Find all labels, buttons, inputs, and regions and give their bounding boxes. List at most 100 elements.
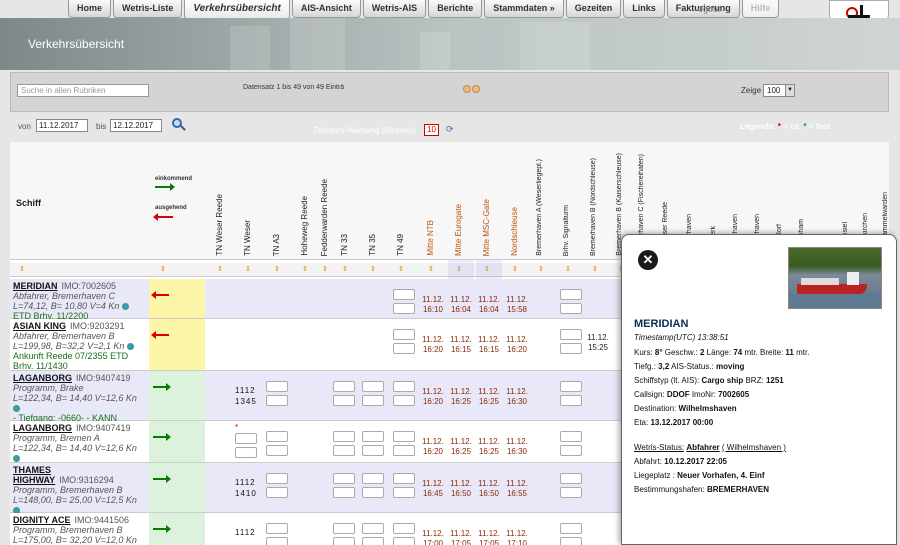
- tab-ais-ansicht[interactable]: AIS-Ansicht: [291, 0, 361, 18]
- time-input[interactable]: [393, 473, 415, 484]
- time-input[interactable]: [362, 487, 384, 498]
- time-input[interactable]: [333, 431, 355, 442]
- ship-name-link[interactable]: MERIDIAN: [13, 281, 58, 291]
- column-header[interactable]: TN 35: [368, 144, 382, 256]
- time-input[interactable]: [560, 487, 582, 498]
- time-input[interactable]: [393, 329, 415, 340]
- ship-name-link[interactable]: ASIAN KING: [13, 321, 66, 331]
- time-input[interactable]: [362, 445, 384, 456]
- refresh-icon[interactable]: ⟳: [446, 124, 454, 135]
- time-input[interactable]: [362, 431, 384, 442]
- bis-date-input[interactable]: 12.12.2017: [110, 119, 162, 132]
- time-input[interactable]: [333, 537, 355, 545]
- tab-links[interactable]: Links: [623, 0, 665, 18]
- column-header[interactable]: Hoheweg Reede: [300, 144, 314, 256]
- sort-icon[interactable]: ⇕: [428, 265, 434, 273]
- time-input[interactable]: [333, 523, 355, 534]
- column-header[interactable]: Brhv. Signalturm: [563, 144, 577, 256]
- time-input[interactable]: [266, 381, 288, 392]
- ship-name-link[interactable]: THAMES HIGHWAY: [13, 465, 55, 485]
- time-input[interactable]: [393, 303, 415, 314]
- time-input[interactable]: [266, 395, 288, 406]
- time-input[interactable]: [393, 289, 415, 300]
- globe-icon[interactable]: [126, 343, 134, 351]
- column-header[interactable]: Bremerhaven A (Weserliegepl.): [536, 144, 550, 256]
- time-input[interactable]: [362, 523, 384, 534]
- time-input[interactable]: [560, 303, 582, 314]
- sort-icon[interactable]: ⇕: [302, 265, 308, 273]
- sort-icon[interactable]: ⇕: [274, 265, 280, 273]
- time-input[interactable]: [333, 445, 355, 456]
- time-input[interactable]: [560, 329, 582, 340]
- sort-icon[interactable]: ⇕: [370, 265, 376, 273]
- column-header[interactable]: Fedderwarden Reede: [320, 144, 334, 256]
- column-header[interactable]: Bremerhaven B (Nordschleuse): [590, 144, 604, 256]
- von-date-input[interactable]: 11.12.2017: [36, 119, 88, 132]
- time-input[interactable]: [560, 395, 582, 406]
- sort-icon[interactable]: ⇕: [160, 265, 166, 273]
- time-input[interactable]: [235, 433, 257, 444]
- tab-stammdaten[interactable]: Stammdaten »: [484, 0, 564, 18]
- globe-icon[interactable]: [13, 455, 20, 463]
- column-header[interactable]: Nordschleuse: [510, 144, 524, 256]
- tab-hilfe[interactable]: Hilfe: [741, 0, 780, 18]
- column-header[interactable]: TN Weser Reede: [215, 144, 229, 256]
- time-input[interactable]: [393, 487, 415, 498]
- time-input[interactable]: [393, 343, 415, 354]
- show-count-select[interactable]: 100 ▼: [763, 84, 795, 97]
- ship-name-link[interactable]: LAGANBORG: [13, 423, 72, 433]
- search-input[interactable]: Suche in allen Rubriken: [17, 84, 149, 97]
- time-input[interactable]: [333, 487, 355, 498]
- sort-icon[interactable]: ⇕: [342, 265, 348, 273]
- time-input[interactable]: [266, 431, 288, 442]
- next-page-icon[interactable]: [472, 85, 480, 93]
- column-header[interactable]: TN Weser: [243, 144, 257, 256]
- time-input[interactable]: [560, 523, 582, 534]
- time-input[interactable]: [393, 537, 415, 545]
- ship-name-link[interactable]: LAGANBORG: [13, 373, 72, 383]
- tab-home[interactable]: Home: [68, 0, 112, 18]
- time-input[interactable]: [362, 473, 384, 484]
- ship-name-link[interactable]: DIGNITY ACE: [13, 515, 71, 525]
- logout-link[interactable]: ogout: [698, 4, 721, 14]
- time-input[interactable]: [560, 473, 582, 484]
- time-input[interactable]: [235, 447, 257, 458]
- time-input[interactable]: [393, 445, 415, 456]
- tab-gezeiten[interactable]: Gezeiten: [565, 0, 622, 18]
- sort-icon[interactable]: ⇕: [512, 265, 518, 273]
- time-input[interactable]: [266, 473, 288, 484]
- time-input[interactable]: [560, 537, 582, 545]
- tab-wetris-liste[interactable]: Wetris-Liste: [113, 0, 183, 18]
- time-input[interactable]: [362, 395, 384, 406]
- time-input[interactable]: [560, 445, 582, 456]
- tab-berichte[interactable]: Berichte: [428, 0, 483, 18]
- sort-icon[interactable]: ⇕: [565, 265, 571, 273]
- sort-icon[interactable]: ⇕: [592, 265, 598, 273]
- time-input[interactable]: [560, 431, 582, 442]
- time-input[interactable]: [333, 381, 355, 392]
- column-header[interactable]: TN 49: [396, 144, 410, 256]
- sort-icon[interactable]: ⇕: [19, 265, 25, 273]
- column-header[interactable]: TN A3: [272, 144, 286, 256]
- globe-icon[interactable]: [13, 405, 20, 413]
- column-header[interactable]: TN 33: [340, 144, 354, 256]
- time-input[interactable]: [362, 537, 384, 545]
- time-input[interactable]: [393, 431, 415, 442]
- sort-icon[interactable]: ⇕: [322, 265, 328, 273]
- prev-page-icon[interactable]: [463, 85, 471, 93]
- sort-icon[interactable]: ⇕: [217, 265, 223, 273]
- time-input[interactable]: [560, 343, 582, 354]
- time-input[interactable]: [560, 289, 582, 300]
- time-input[interactable]: [333, 473, 355, 484]
- time-input[interactable]: [362, 381, 384, 392]
- time-input[interactable]: [266, 523, 288, 534]
- sort-icon[interactable]: ⇕: [398, 265, 404, 273]
- column-header[interactable]: Mitte MSC-Gate: [482, 144, 496, 256]
- sort-icon[interactable]: ⇕: [245, 265, 251, 273]
- time-input[interactable]: [266, 445, 288, 456]
- tab-verkehrsuebersicht[interactable]: Verkehrsübersicht: [184, 0, 290, 20]
- time-input[interactable]: [393, 381, 415, 392]
- close-icon[interactable]: ✕: [638, 250, 658, 270]
- time-input[interactable]: [393, 523, 415, 534]
- time-input[interactable]: [266, 487, 288, 498]
